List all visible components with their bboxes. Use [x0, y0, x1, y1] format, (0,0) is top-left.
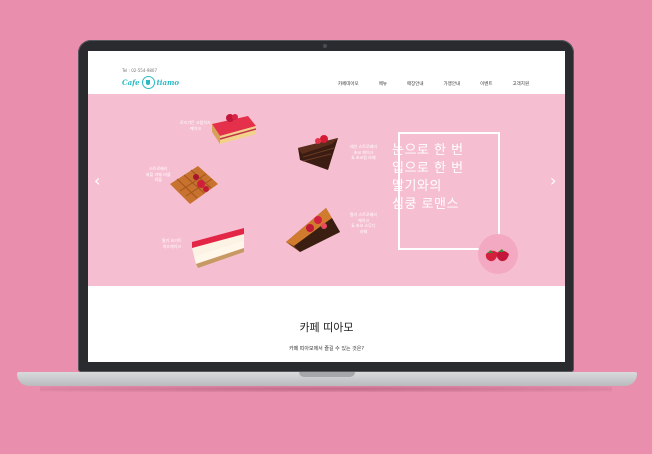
section-subtitle: 카페 띠아모에서 즐길 수 있는 것은? — [288, 346, 364, 352]
strawberry-icon — [485, 249, 509, 262]
phone-number: Tel : 02-554-9807 — [122, 68, 158, 73]
logo-text-right: tiamo — [156, 77, 180, 87]
intro-section: 카페 띠아모 카페 띠아모에서 즐길 수 있는 것은? — [88, 286, 565, 362]
chevron-left-icon[interactable]: ‹ — [94, 173, 100, 189]
logo-text-left: Cafe — [122, 77, 140, 87]
nav-item-event[interactable]: 이벤트 — [480, 81, 492, 87]
nav-item-support[interactable]: 고객지원 — [513, 81, 530, 87]
hero-slogan: 눈으로 한 번 입으로 한 번 딸기와의 심쿵 로맨스 — [392, 142, 464, 214]
caption-choco-cake: 레인 스트로베리 초코 케이크 & 초코칩 라떼 — [350, 144, 378, 160]
slogan-line: 딸기와의 — [392, 179, 442, 194]
slogan-line: 입으로 한 번 — [392, 161, 464, 176]
main-nav: 카페띠아모 메뉴 매장안내 가맹안내 이벤트 고객지원 — [338, 81, 549, 87]
waffle-image — [170, 166, 218, 204]
coffee-cup-icon — [141, 75, 155, 89]
laptop-base — [17, 372, 637, 386]
section-title: 카페 띠아모 — [299, 321, 354, 334]
site-logo[interactable]: Cafe tiamo — [122, 75, 179, 89]
caption-rose-cake: 로즈가든 크림치즈 케이크 — [180, 120, 211, 131]
chocolate-cake-image — [298, 135, 338, 170]
chevron-right-icon[interactable]: › — [550, 173, 556, 189]
hero-slider: ‹ › 로즈가든 크림치즈 케이크 스트로베리 와플 카페 버블 와플 딸기 요… — [88, 94, 565, 286]
nav-item-stores[interactable]: 매장안내 — [407, 81, 424, 87]
base-notch — [299, 372, 355, 377]
nav-item-menu[interactable]: 메뉴 — [379, 81, 387, 87]
site-header: Tel : 02-554-9807 Cafe tiamo 카페띠아모 메뉴 매장… — [88, 51, 565, 94]
strawberry-badge — [478, 234, 518, 274]
cheesecake-slice-image — [192, 228, 244, 268]
caption-strawberry-slice: 딸기 스트로베리 케이크 & 초코 스무디 라떼 — [350, 212, 378, 234]
laptop-shadow — [40, 386, 612, 392]
laptop-lid: Tel : 02-554-9807 Cafe tiamo 카페띠아모 메뉴 매장… — [78, 40, 574, 372]
slogan-line: 눈으로 한 번 — [392, 143, 464, 158]
caption-cheesecake: 딸기 요거트 치즈케이크 — [162, 238, 182, 249]
caption-waffle: 스트로베리 와플 카페 버블 와플 — [146, 166, 171, 182]
raspberry-layer-cake-image — [212, 114, 257, 144]
strawberry-chocolate-slice-image — [286, 208, 340, 252]
nav-item-franchise[interactable]: 가맹안내 — [444, 81, 461, 87]
camera-icon — [323, 44, 327, 48]
slogan-line: 심쿵 로맨스 — [392, 197, 459, 212]
laptop-screen: Tel : 02-554-9807 Cafe tiamo 카페띠아모 메뉴 매장… — [88, 51, 565, 362]
nav-item-about[interactable]: 카페띠아모 — [338, 81, 359, 87]
